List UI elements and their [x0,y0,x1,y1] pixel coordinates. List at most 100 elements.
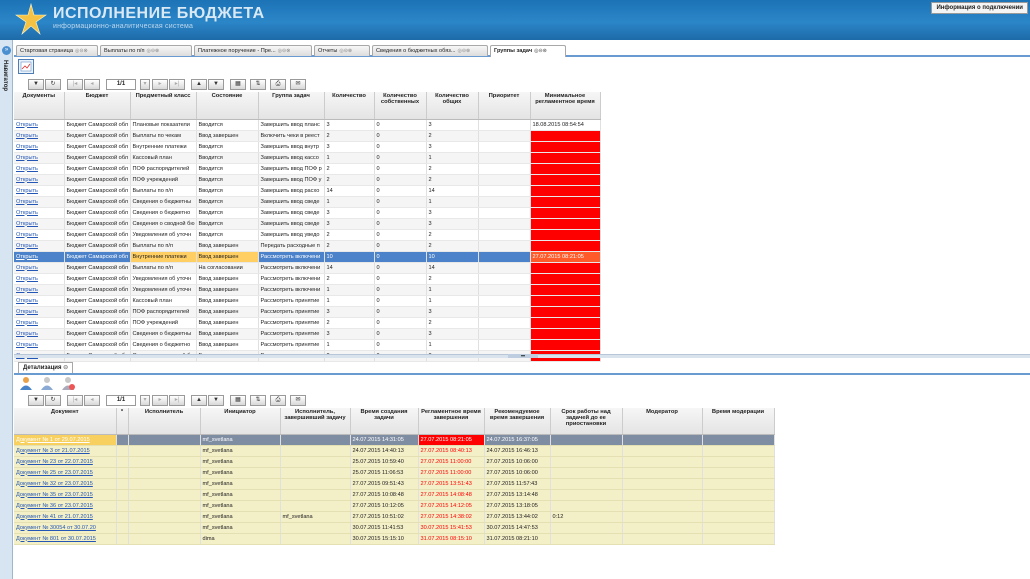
user-icon[interactable] [19,376,33,390]
tab-details[interactable]: Детализация ⊝ [18,362,74,373]
column-header[interactable]: Исполнитель [128,408,201,435]
table-row[interactable]: Открыть Бюджет Самарской обл Кассовый план… [14,152,601,164]
columns-icon[interactable]: ▦ [230,79,246,90]
tab-payment-order[interactable]: Платежное поручение - Пре... ◎⊝⊗ [194,45,312,56]
next-page-icon[interactable]: ▸ [152,395,168,406]
refresh-icon[interactable]: ↻ [45,79,61,90]
column-header[interactable]: Приоритет [478,92,531,120]
column-header[interactable]: Группа задач [258,92,325,120]
table-row[interactable]: Открыть Бюджет Самарской обл Сведения о бю… [14,328,601,340]
table-row[interactable]: Открыть Бюджет Самарской обл Выплаты по п/… [14,262,601,274]
document-link[interactable]: Документ № 35 от 23.07.2015 [14,489,117,501]
column-header[interactable]: * [116,408,129,435]
table-row[interactable]: Открыть Бюджет Самарской обл ПОФ распоряди… [14,163,601,175]
filter-icon[interactable]: ▼ [28,79,44,90]
page-dropdown-icon[interactable]: ▾ [140,79,150,90]
first-page-icon[interactable]: |◂ [67,395,83,406]
table-row[interactable]: Открыть Бюджет Самарской обл ПОФ распоряди… [14,306,601,318]
column-header[interactable]: Документы [14,92,65,120]
refresh-icon[interactable]: ↻ [45,395,61,406]
tab-controls-icon[interactable]: ◎⊝⊗ [75,48,88,54]
document-link[interactable]: Документ № 3 от 21.07.2015 [14,445,117,457]
open-link[interactable]: Открыть [14,185,65,197]
print-icon[interactable]: ⎙ [270,395,286,406]
table-row[interactable]: Открыть Бюджет Самарской обл Выплаты по че… [14,130,601,142]
open-link[interactable]: Открыть [14,218,65,230]
table-row[interactable]: Документ № 41 от 21.07.2015 mf_svetlana mf… [14,511,775,523]
connection-info-button[interactable]: Информация о подключении [931,2,1028,14]
sort-up-icon[interactable]: ▲ [191,79,207,90]
table-row[interactable]: Документ № 1 от 29.07.2015 mf_svetlana 24.… [14,434,775,446]
table-row[interactable]: Документ № 32 от 23.07.2015 mf_svetlana 27… [14,478,775,490]
page-selector[interactable]: 1/1 [106,79,136,90]
comment-icon[interactable]: ✉ [290,395,306,406]
open-link[interactable]: Открыть [14,240,65,252]
open-link[interactable]: Открыть [14,306,65,318]
open-link[interactable]: Открыть [14,339,65,351]
column-header[interactable]: Состояние [196,92,259,120]
comment-icon[interactable]: ✉ [290,79,306,90]
first-page-icon[interactable]: |◂ [67,79,83,90]
table-row[interactable]: ОткрытьБюджет Самарской облСведения о св… [14,218,601,230]
export-icon[interactable]: ⇅ [250,79,266,90]
table-row[interactable]: Открыть Бюджет Самарской обл Кассовый план… [14,295,601,307]
open-link[interactable]: Открыть [14,119,65,131]
tab-payments[interactable]: Выплаты по п/п ◎⊝⊗ [100,45,192,56]
tab-start-page[interactable]: Стартовая страница ◎⊝⊗ [16,45,98,56]
export-icon[interactable]: ⇅ [250,395,266,406]
tab-controls-icon[interactable]: ◎⊝⊗ [146,48,159,54]
tab-reports[interactable]: Отчеты ◎⊝⊗ [314,45,370,56]
document-link[interactable]: Документ № 30054 от 30.07.20 [14,522,117,534]
collapse-handle-icon[interactable]: ▾▾ [508,354,538,358]
columns-icon[interactable]: ▦ [230,395,246,406]
sort-down-icon[interactable]: ▼ [208,395,224,406]
table-row[interactable]: Документ № 3 от 21.07.2015 mf_svetlana 24.… [14,445,775,457]
column-header[interactable]: Документ [14,408,117,435]
open-link[interactable]: Открыть [14,174,65,186]
document-link[interactable]: Документ № 25 от 23.07.2015 [14,467,117,479]
column-header[interactable]: Время создания задачи [350,408,419,435]
prev-page-icon[interactable]: ◂ [84,79,100,90]
column-header[interactable]: Модератор [622,408,703,435]
table-row[interactable]: Открыть Бюджет Самарской обл Внутренние пл… [14,141,601,153]
column-header[interactable]: Рекомендуемое время завершения [484,408,551,435]
column-header[interactable]: Количество [324,92,375,120]
page-dropdown-icon[interactable]: ▾ [140,395,150,406]
tab-controls-icon[interactable]: ◎⊝⊗ [339,48,352,54]
page-selector[interactable]: 1/1 [106,395,136,406]
open-link[interactable]: Открыть [14,251,65,263]
column-header[interactable]: Количество общих [426,92,479,120]
sort-up-icon[interactable]: ▲ [191,395,207,406]
open-link[interactable]: Открыть [14,262,65,274]
document-link[interactable]: Документ № 41 от 21.07.2015 [14,511,117,523]
open-link[interactable]: Открыть [14,196,65,208]
tab-task-groups[interactable]: Группы задач ◎⊝⊗ [490,45,566,57]
open-link[interactable]: Открыть [14,284,65,296]
column-header[interactable]: Регламентное время завершения [418,408,485,435]
tab-budget-obligations[interactable]: Сведения о бюджетных обяз... ◎⊝⊗ [372,45,488,56]
table-row[interactable]: Открыть Бюджет Самарской обл ПОФ учреждени… [14,174,601,186]
column-header[interactable]: Предметный класс [130,92,197,120]
table-row[interactable]: Документ № 30054 от 30.07.20 mf_svetlana 3… [14,522,775,534]
next-page-icon[interactable]: ▸ [152,79,168,90]
table-row[interactable]: Открыть Бюджет Самарской обл Плановые пока… [14,119,601,131]
print-icon[interactable]: ⎙ [270,79,286,90]
table-row[interactable]: Документ № 25 от 23.07.2015 mf_svetlana 25… [14,467,775,479]
column-header[interactable]: Время модерации [702,408,775,435]
document-link[interactable]: Документ № 23 от 22.07.2015 [14,456,117,468]
table-row[interactable]: Открыть Бюджет Самарской обл Выплаты по п/… [14,240,601,252]
tab-controls-icon[interactable]: ◎⊝⊗ [534,48,547,54]
tab-controls-icon[interactable]: ◎⊝⊗ [457,48,470,54]
sort-down-icon[interactable]: ▼ [208,79,224,90]
document-link[interactable]: Документ № 801 от 30.07.2015 [14,533,117,545]
last-page-icon[interactable]: ▸| [169,79,185,90]
open-link[interactable]: Открыть [14,295,65,307]
table-row[interactable]: Открыть Бюджет Самарской обл Уведомления о… [14,229,601,241]
user-remove-icon[interactable] [61,376,75,390]
report-icon[interactable] [18,59,34,74]
user-add-icon[interactable] [40,376,54,390]
table-row[interactable]: Открыть Бюджет Самарской обл Сведения о бю… [14,196,601,208]
open-link[interactable]: Открыть [14,152,65,164]
table-row[interactable]: Открыть Бюджет Самарской обл Уведомления о… [14,273,601,285]
document-link[interactable]: Документ № 32 от 23.07.2015 [14,478,117,490]
